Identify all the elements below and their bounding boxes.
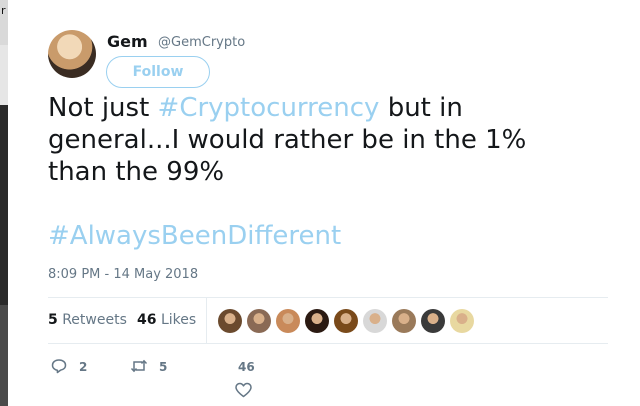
like-count: 46 [238, 360, 255, 374]
author-handle[interactable]: @GemCrypto [158, 35, 245, 50]
reply-icon[interactable] [51, 358, 67, 374]
author-name[interactable]: Gem [107, 32, 148, 51]
avatar[interactable] [48, 30, 96, 78]
tweet-text: Not just #Cryptocurrency but in general.… [48, 92, 608, 188]
tweet-text-segment: Not just [48, 93, 158, 123]
likes-count: 46 [137, 312, 157, 328]
retweet-icon[interactable] [130, 358, 148, 374]
retweets-count: 5 [48, 312, 58, 328]
retweet-count: 5 [159, 360, 168, 374]
heart-icon[interactable] [235, 382, 252, 398]
likes-label: Likes [160, 312, 197, 328]
retweets-stat[interactable]: 5 Retweets [48, 312, 127, 328]
reply-count: 2 [79, 360, 88, 374]
likes-stat[interactable]: 46 Likes [137, 312, 196, 328]
tweet-line-2: general...I would rather be in the 1% [48, 125, 527, 155]
liker-avatar[interactable] [421, 309, 445, 333]
background-text-fragment: r [1, 4, 6, 17]
tweet-line-1: Not just #Cryptocurrency but in [48, 92, 608, 124]
tweet-text-segment: but in [379, 93, 463, 123]
tweet-timestamp[interactable]: 8:09 PM - 14 May 2018 [48, 267, 198, 282]
liker-avatar[interactable] [276, 309, 300, 333]
divider [206, 298, 207, 343]
liker-avatar[interactable] [247, 309, 271, 333]
divider [48, 297, 608, 298]
liker-avatar[interactable] [334, 309, 358, 333]
divider [48, 343, 608, 344]
follow-button[interactable]: Follow [106, 56, 210, 88]
tweet-line-3: than the 99% [48, 157, 225, 187]
liker-avatar[interactable] [450, 309, 474, 333]
liker-avatar[interactable] [363, 309, 387, 333]
hashtag-link-cryptocurrency[interactable]: #Cryptocurrency [158, 93, 380, 123]
liker-avatar[interactable] [305, 309, 329, 333]
hashtag-link-alwaysbeendifferent[interactable]: #AlwaysBeenDifferent [48, 220, 341, 252]
background-window-edge: r [0, 0, 8, 406]
liker-avatar[interactable] [218, 309, 242, 333]
liker-avatar[interactable] [392, 309, 416, 333]
retweets-label: Retweets [62, 312, 127, 328]
